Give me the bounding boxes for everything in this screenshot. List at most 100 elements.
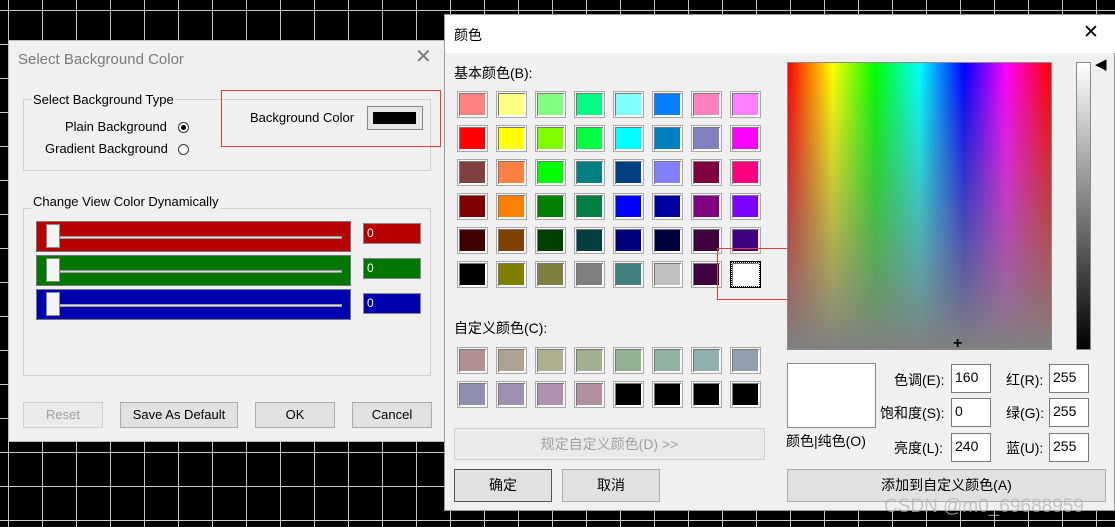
custom-color-swatch[interactable] <box>730 347 761 374</box>
gradient-background-label: Gradient Background <box>45 141 168 156</box>
green-value-box: 0 <box>363 258 421 279</box>
custom-color-swatch[interactable] <box>691 347 722 374</box>
basic-color-swatch[interactable] <box>457 125 488 152</box>
basic-color-swatch[interactable] <box>457 91 488 118</box>
color-solid-label: 颜色|纯色(O) <box>786 433 866 449</box>
basic-color-swatch[interactable] <box>613 227 644 254</box>
basic-color-swatch[interactable] <box>496 125 527 152</box>
basic-color-swatch[interactable] <box>730 125 761 152</box>
basic-color-swatch[interactable] <box>652 159 683 186</box>
blue-slider-thumb[interactable] <box>46 292 60 316</box>
green-slider[interactable] <box>36 255 351 286</box>
hue-label: 色调(E): <box>894 372 945 388</box>
luminance-bar[interactable] <box>1076 62 1091 350</box>
basic-color-swatch[interactable] <box>457 193 488 220</box>
annotation-highlight-white <box>717 248 789 300</box>
basic-colors-label: 基本颜色(B): <box>454 65 533 81</box>
custom-color-swatch[interactable] <box>496 347 527 374</box>
green-slider-thumb[interactable] <box>46 258 60 282</box>
blue-value-box: 0 <box>363 293 421 314</box>
basic-color-swatch[interactable] <box>652 227 683 254</box>
basic-color-swatch[interactable] <box>652 193 683 220</box>
hue-input[interactable]: 160 <box>951 364 991 393</box>
custom-color-swatch[interactable] <box>613 381 644 408</box>
basic-color-swatch[interactable] <box>535 159 566 186</box>
background-type-legend: Select Background Type <box>31 92 176 108</box>
basic-color-swatch[interactable] <box>730 193 761 220</box>
basic-color-swatch[interactable] <box>691 159 722 186</box>
basic-color-swatch[interactable] <box>730 91 761 118</box>
basic-color-swatch[interactable] <box>535 91 566 118</box>
custom-color-swatch[interactable] <box>652 381 683 408</box>
blue-input[interactable]: 255 <box>1049 433 1089 462</box>
custom-color-swatch[interactable] <box>730 381 761 408</box>
save-as-default-button[interactable]: Save As Default <box>120 402 238 428</box>
color-spectrum[interactable] <box>787 62 1052 350</box>
basic-color-swatch[interactable] <box>691 91 722 118</box>
luminance-label: 亮度(L): <box>894 440 943 456</box>
luminance-arrow-icon[interactable]: ◀ <box>1095 57 1107 72</box>
basic-color-swatch[interactable] <box>496 193 527 220</box>
luminance-input[interactable]: 240 <box>951 433 991 462</box>
plain-background-radio[interactable] <box>178 122 189 133</box>
green-slider-track <box>51 270 342 273</box>
dialog-title: Select Background Color <box>18 51 184 68</box>
custom-color-swatch[interactable] <box>691 381 722 408</box>
basic-color-swatch[interactable] <box>535 261 566 288</box>
custom-color-swatch[interactable] <box>535 347 566 374</box>
basic-color-swatch[interactable] <box>574 227 605 254</box>
red-slider-thumb[interactable] <box>46 224 60 248</box>
reset-button[interactable]: Reset <box>23 402 103 428</box>
custom-color-swatch[interactable] <box>457 347 488 374</box>
basic-color-swatch[interactable] <box>457 159 488 186</box>
basic-color-swatch[interactable] <box>496 227 527 254</box>
cancel-button[interactable]: 取消 <box>562 469 660 502</box>
basic-color-swatch[interactable] <box>457 261 488 288</box>
cancel-button[interactable]: Cancel <box>352 402 432 428</box>
basic-color-swatch[interactable] <box>613 159 644 186</box>
basic-color-swatch[interactable] <box>535 193 566 220</box>
basic-color-swatch[interactable] <box>574 159 605 186</box>
define-custom-colors-button[interactable]: 规定自定义颜色(D) >> <box>454 428 765 460</box>
basic-color-swatch[interactable] <box>691 125 722 152</box>
close-icon[interactable]: ✕ <box>1083 23 1099 43</box>
gradient-background-radio[interactable] <box>178 144 189 155</box>
basic-color-swatch[interactable] <box>496 91 527 118</box>
basic-color-swatch[interactable] <box>457 227 488 254</box>
basic-color-swatch[interactable] <box>574 261 605 288</box>
red-input[interactable]: 255 <box>1049 364 1089 393</box>
basic-color-swatch[interactable] <box>691 193 722 220</box>
basic-color-swatch[interactable] <box>652 91 683 118</box>
basic-color-swatch[interactable] <box>574 193 605 220</box>
custom-color-swatch[interactable] <box>652 347 683 374</box>
basic-color-swatch[interactable] <box>613 261 644 288</box>
basic-color-swatch[interactable] <box>730 159 761 186</box>
green-input[interactable]: 255 <box>1049 398 1089 427</box>
basic-color-swatch[interactable] <box>613 91 644 118</box>
basic-color-swatch[interactable] <box>574 125 605 152</box>
saturation-input[interactable]: 0 <box>951 398 991 427</box>
custom-color-swatch[interactable] <box>535 381 566 408</box>
red-label: 红(R): <box>1006 372 1044 388</box>
close-icon[interactable]: ✕ <box>415 47 432 67</box>
custom-color-swatch[interactable] <box>574 347 605 374</box>
basic-color-swatch[interactable] <box>535 227 566 254</box>
custom-color-swatch[interactable] <box>496 381 527 408</box>
red-slider[interactable] <box>36 221 351 252</box>
confirm-button[interactable]: 确定 <box>454 469 552 502</box>
basic-color-swatch[interactable] <box>652 125 683 152</box>
basic-color-swatch[interactable] <box>613 193 644 220</box>
basic-color-swatch[interactable] <box>535 125 566 152</box>
basic-color-swatch[interactable] <box>496 159 527 186</box>
basic-color-swatch[interactable] <box>613 125 644 152</box>
red-slider-track <box>51 236 342 239</box>
ok-button[interactable]: OK <box>255 402 335 428</box>
custom-color-swatch[interactable] <box>613 347 644 374</box>
basic-color-swatch[interactable] <box>574 91 605 118</box>
custom-color-swatch[interactable] <box>574 381 605 408</box>
blue-slider[interactable] <box>36 289 351 320</box>
custom-color-swatch[interactable] <box>457 381 488 408</box>
saturation-label: 饱和度(S): <box>880 405 945 421</box>
basic-color-swatch[interactable] <box>496 261 527 288</box>
basic-color-swatch[interactable] <box>652 261 683 288</box>
